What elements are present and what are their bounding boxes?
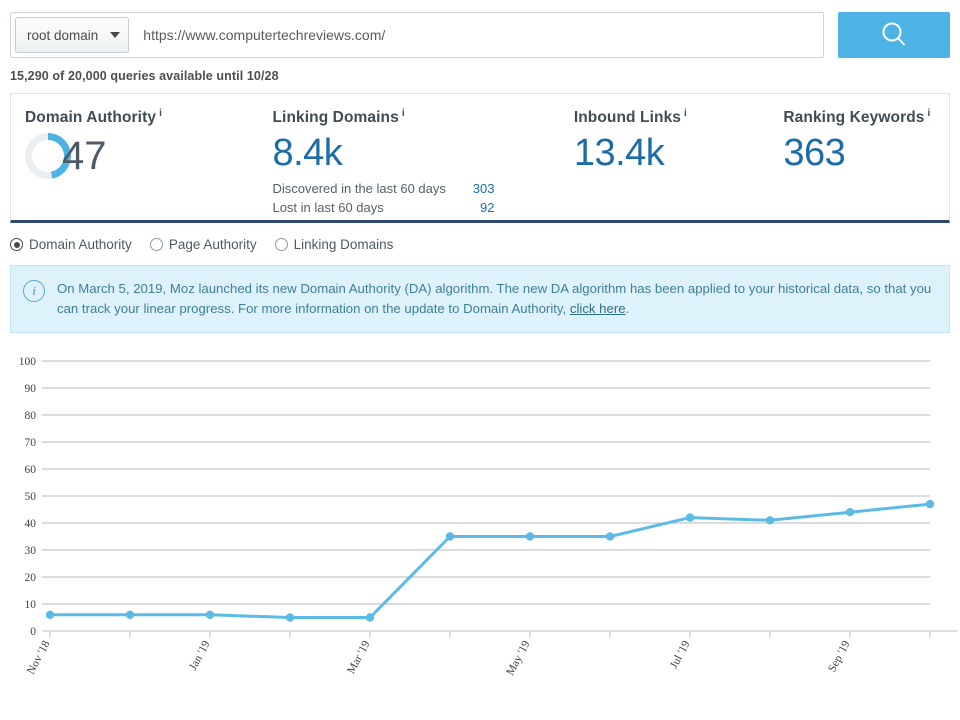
authority-line-chart: 0 10 20 30 40 50 60 70 80 90 100 Nov '18 Jan '19 Mar…: [0, 347, 960, 677]
svg-text:60: 60: [25, 464, 37, 476]
inbound-links-value: 13.4k: [573, 132, 665, 175]
metric-title-label: Inbound Links: [573, 109, 682, 127]
chevron-down-icon: [110, 32, 121, 38]
sub-stat-row: Discovered in the last 60 days 303: [272, 179, 494, 198]
radio-label: Domain Authority: [29, 237, 132, 252]
domain-authority-value-row: 47: [25, 133, 258, 180]
url-input[interactable]: [133, 13, 823, 57]
metric-title-label: Domain Authority: [25, 109, 157, 127]
svg-text:70: 70: [25, 437, 37, 449]
chart-svg: 0 10 20 30 40 50 60 70 80 90 100 Nov '18 Jan '19 Mar…: [19, 356, 958, 677]
domain-authority-value: 47: [62, 134, 107, 179]
banner-text-after: .: [625, 301, 630, 316]
svg-text:Sep '19: Sep '19: [826, 639, 853, 675]
info-banner-text: On March 5, 2019, Moz launched its new D…: [57, 279, 935, 319]
metric-card-ranking-keywords: Ranking Keywords i 363: [769, 94, 949, 220]
svg-text:80: 80: [25, 410, 37, 422]
svg-text:90: 90: [25, 383, 37, 395]
radio-label: Page Authority: [168, 237, 257, 252]
chart-series: [45, 499, 935, 622]
metric-title: Inbound Links i: [574, 108, 770, 127]
metrics-card-panel: Domain Authority i 47 Linking Domains i 8.…: [10, 93, 950, 223]
svg-text:20: 20: [25, 572, 37, 584]
radio-page-authority[interactable]: Page Authority: [149, 237, 257, 252]
sub-stat-value: 92: [480, 200, 495, 216]
chart-x-axis-labels: Nov '18 Jan '19 Mar '19 May '19 Jul '19 Sep '…: [25, 639, 853, 677]
radio-icon: [149, 238, 163, 251]
domain-scope-label: root domain: [27, 27, 99, 43]
svg-text:30: 30: [25, 545, 37, 557]
svg-text:100: 100: [19, 356, 37, 368]
svg-text:Nov '18: Nov '18: [25, 639, 53, 677]
query-quota-text: 15,290 of 20,000 queries available until…: [10, 69, 279, 83]
info-icon[interactable]: i: [684, 108, 687, 119]
svg-text:50: 50: [25, 491, 37, 503]
search-field: root domain: [10, 12, 824, 58]
chart-gridlines: [42, 360, 930, 605]
search-icon: [882, 22, 905, 46]
sub-stat-value: 303: [472, 181, 495, 197]
info-icon: i: [23, 280, 45, 302]
linking-domains-sub-stats: Discovered in the last 60 days 303 Lost …: [272, 179, 494, 217]
svg-text:May '19: May '19: [504, 639, 532, 677]
search-button[interactable]: [838, 12, 950, 58]
chart-y-axis-labels: 0 10 20 30 40 50 60 70 80 90 100: [19, 356, 37, 638]
metric-card-linking-domains: Linking Domains i 8.4k Discovered in the …: [258, 94, 559, 220]
info-banner: i On March 5, 2019, Moz launched its new…: [10, 265, 950, 333]
metric-title: Domain Authority i: [25, 108, 258, 127]
svg-text:10: 10: [25, 599, 37, 611]
svg-text:Mar '19: Mar '19: [345, 639, 372, 676]
svg-text:0: 0: [30, 626, 36, 638]
svg-text:Jan '19: Jan '19: [187, 639, 213, 673]
metric-card-inbound-links: Inbound Links i 13.4k: [560, 94, 770, 220]
sub-stat-label: Lost in last 60 days: [272, 200, 384, 216]
metric-title: Ranking Keywords i: [783, 108, 949, 127]
banner-click-here-link[interactable]: click here: [570, 301, 626, 316]
info-icon[interactable]: i: [402, 108, 405, 119]
metric-title-label: Linking Domains: [272, 109, 399, 127]
info-icon[interactable]: i: [159, 108, 162, 119]
search-bar: root domain: [0, 0, 960, 60]
radio-icon: [274, 238, 288, 251]
radio-icon: [10, 238, 23, 251]
svg-text:40: 40: [25, 518, 37, 530]
metric-title-label: Ranking Keywords: [783, 109, 925, 127]
info-icon[interactable]: i: [928, 108, 931, 119]
radio-linking-domains[interactable]: Linking Domains: [274, 237, 394, 252]
sub-stat-label: Discovered in the last 60 days: [272, 181, 446, 197]
linking-domains-value: 8.4k: [272, 132, 343, 175]
radio-domain-authority[interactable]: Domain Authority: [10, 237, 132, 252]
metric-selector-radio-group: Domain Authority Page Authority Linking …: [0, 223, 960, 252]
chart-x-axis: [42, 630, 958, 638]
ranking-keywords-value: 363: [783, 132, 846, 175]
domain-scope-dropdown[interactable]: root domain: [15, 17, 130, 53]
radio-label: Linking Domains: [293, 237, 394, 252]
sub-stat-row: Lost in last 60 days 92: [272, 198, 494, 217]
metric-title: Linking Domains i: [272, 108, 559, 127]
banner-text-before: On March 5, 2019, Moz launched its new D…: [57, 281, 932, 316]
metric-card-domain-authority: Domain Authority i 47: [11, 94, 258, 220]
svg-text:Jul '19: Jul '19: [668, 639, 693, 671]
